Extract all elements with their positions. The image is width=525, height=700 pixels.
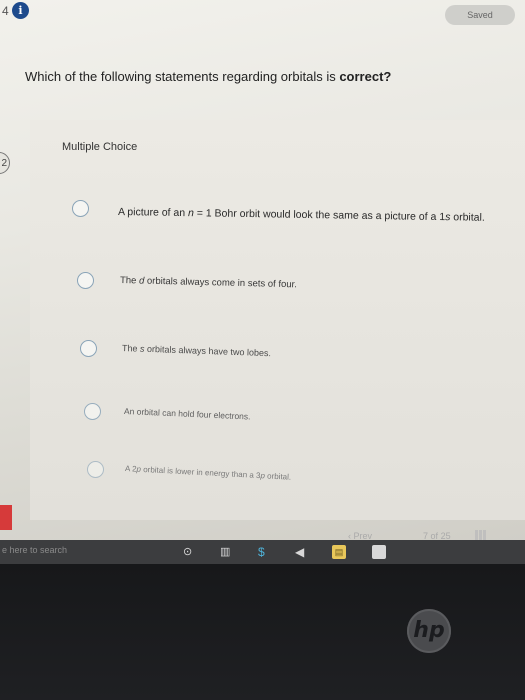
question-type-label: Multiple Choice — [62, 141, 138, 153]
radio-button[interactable] — [72, 200, 89, 217]
saved-badge: Saved — [445, 5, 515, 25]
app-s-icon[interactable]: $ — [258, 545, 265, 559]
question-number-label: 4 — [2, 4, 9, 18]
search-input[interactable]: e here to search — [2, 545, 67, 555]
radio-button[interactable] — [77, 272, 94, 289]
option-3[interactable]: The s orbitals always have two lobes. — [0, 339, 525, 363]
question-emphasis: correct? — [339, 69, 392, 84]
option-label: The s orbitals always have two lobes. — [121, 343, 272, 359]
top-bar: 4 i Saved — [0, 0, 525, 30]
option-4[interactable]: An orbital can hold four electrons. — [0, 402, 525, 426]
hp-logo: hp — [407, 609, 451, 653]
question-text: Which of the following statements regard… — [25, 69, 391, 84]
option-1[interactable]: A picture of an n = 1 Bohr orbit would l… — [0, 200, 525, 224]
app-arrow-icon[interactable]: ◀ — [295, 545, 304, 559]
question-main: Which of the following statements regard… — [25, 69, 340, 84]
option-label: The d orbitals always come in sets of fo… — [119, 275, 297, 291]
red-side-marker — [0, 505, 12, 530]
taskbar: e here to search ⊙ ▥ $ ◀ ▤ — [0, 540, 525, 564]
info-icon[interactable]: i — [12, 2, 29, 19]
task-view-icon[interactable]: ▥ — [220, 545, 230, 559]
radio-button[interactable] — [80, 340, 97, 357]
folder-icon[interactable]: ▤ — [332, 545, 346, 559]
radio-button[interactable] — [87, 461, 104, 478]
option-5[interactable]: A 2p orbital is lower in energy than a 3… — [0, 460, 525, 484]
screen: 4 i Saved Which of the following stateme… — [0, 0, 525, 560]
option-label: A 2p orbital is lower in energy than a 3… — [124, 464, 292, 482]
option-label: A picture of an n = 1 Bohr orbit would l… — [117, 206, 485, 224]
option-2[interactable]: The d orbitals always come in sets of fo… — [0, 271, 525, 295]
option-label: An orbital can hold four electrons. — [123, 406, 251, 422]
side-tab[interactable]: 2 — [0, 152, 10, 174]
mail-icon[interactable] — [372, 545, 386, 559]
radio-button[interactable] — [84, 403, 101, 420]
microphone-icon[interactable]: ⊙ — [183, 545, 192, 559]
